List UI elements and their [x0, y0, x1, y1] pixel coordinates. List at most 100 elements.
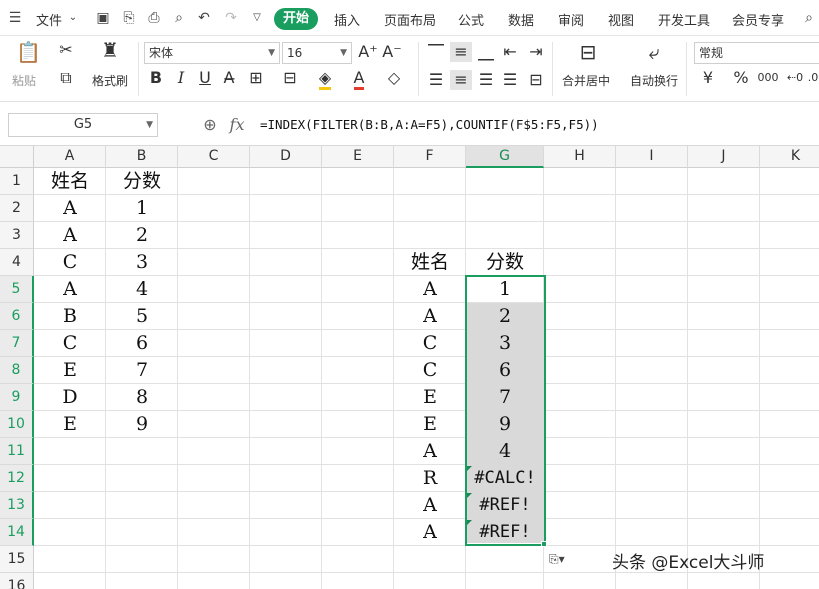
column-a-cell[interactable]: A	[34, 195, 106, 222]
row-header-12[interactable]: 12	[0, 465, 34, 492]
undo-icon[interactable]: ↶	[195, 10, 213, 26]
column-b-cell[interactable]: 7	[106, 357, 178, 384]
align-left-icon[interactable]: ☰	[426, 70, 446, 90]
borders-icon[interactable]: ⊞	[246, 68, 266, 88]
fill-handle[interactable]	[541, 541, 547, 547]
row-header-13[interactable]: 13	[0, 492, 34, 519]
fill-color-icon[interactable]: ◈	[314, 68, 336, 90]
clear-format-icon[interactable]: ◇	[384, 68, 404, 88]
column-b-cell[interactable]: 2	[106, 222, 178, 249]
column-header-d[interactable]: D	[250, 146, 322, 168]
paste-options-icon[interactable]: ⎘▾	[549, 552, 577, 570]
name-box[interactable]: G5 ▼	[8, 113, 158, 137]
wrap-text-icon[interactable]: ⤶	[642, 42, 666, 62]
row-header-9[interactable]: 9	[0, 384, 34, 411]
tab-developer[interactable]: 开发工具	[658, 10, 710, 29]
tab-review[interactable]: 审阅	[558, 10, 584, 29]
column-header-i[interactable]: I	[616, 146, 688, 168]
column-f-cell[interactable]: C	[394, 330, 466, 357]
column-header-j[interactable]: J	[688, 146, 760, 168]
column-b-cell[interactable]: 4	[106, 276, 178, 303]
column-a-cell[interactable]: 姓名	[34, 168, 106, 195]
column-a-cell[interactable]: C	[34, 330, 106, 357]
font-color-icon[interactable]: A	[350, 68, 368, 90]
spreadsheet-grid[interactable]: A B C D E F G H I J K 1 2 3 4 5 6 7 8 9 10 11 12 13 14 15 16 姓名 A A C…	[0, 146, 819, 589]
thousands-separator-button[interactable]: 000	[756, 68, 780, 88]
row-header-11[interactable]: 11	[0, 438, 34, 465]
merge-center-button[interactable]: 合并居中	[562, 72, 610, 89]
column-f-cell[interactable]: R	[394, 465, 466, 492]
row-header-2[interactable]: 2	[0, 195, 34, 222]
row-header-5[interactable]: 5	[0, 276, 34, 303]
percent-button[interactable]: %	[732, 68, 750, 88]
column-a-cell[interactable]: E	[34, 411, 106, 438]
tab-page-layout[interactable]: 页面布局	[384, 10, 436, 29]
paste-icon[interactable]: 📋	[16, 42, 41, 62]
redo-icon[interactable]: ↷	[222, 10, 240, 26]
column-header-h[interactable]: H	[544, 146, 616, 168]
print-icon[interactable]: ⎙	[145, 10, 163, 26]
row-header-8[interactable]: 8	[0, 357, 34, 384]
column-f-cell[interactable]: E	[394, 384, 466, 411]
paste-button[interactable]: 粘贴	[12, 72, 36, 89]
tab-home[interactable]: 开始	[274, 8, 318, 30]
cell-style-icon[interactable]: ⊟	[280, 68, 300, 88]
justify-icon[interactable]: ☰	[500, 70, 520, 90]
row-header-10[interactable]: 10	[0, 411, 34, 438]
column-a-cell[interactable]: B	[34, 303, 106, 330]
strikethrough-icon[interactable]: A̶	[220, 68, 238, 88]
search-icon[interactable]: ⌕	[800, 10, 818, 26]
copy-icon[interactable]: ⧉	[56, 68, 76, 88]
row-header-14[interactable]: 14	[0, 519, 34, 546]
chevron-down-icon[interactable]: ⌄	[64, 10, 82, 26]
align-top-icon[interactable]: ⎺	[426, 42, 446, 62]
align-center-icon[interactable]: ≡	[450, 70, 472, 90]
decrease-decimal-icon[interactable]: .0	[806, 68, 819, 88]
column-a-cell[interactable]: C	[34, 249, 106, 276]
column-b-cell[interactable]: 6	[106, 330, 178, 357]
row-header-15[interactable]: 15	[0, 546, 34, 573]
bold-icon[interactable]: B	[146, 68, 166, 88]
increase-indent-icon[interactable]: ⇥	[526, 42, 546, 62]
column-b-cell[interactable]: 3	[106, 249, 178, 276]
column-header-k[interactable]: K	[760, 146, 819, 168]
row-header-16[interactable]: 16	[0, 573, 34, 589]
column-a-cell[interactable]: E	[34, 357, 106, 384]
zoom-icon[interactable]: ⊕	[200, 115, 220, 135]
column-g-cell[interactable]: 分数	[466, 249, 544, 276]
merge-center-icon[interactable]: ⊟	[576, 42, 600, 62]
hamburger-menu-icon[interactable]: ☰	[6, 10, 24, 26]
row-header-6[interactable]: 6	[0, 303, 34, 330]
currency-button[interactable]: ¥	[700, 68, 716, 88]
column-header-e[interactable]: E	[322, 146, 394, 168]
column-f-cell[interactable]: A	[394, 276, 466, 303]
cut-icon[interactable]: ✂	[56, 40, 76, 60]
tab-member[interactable]: 会员专享	[732, 10, 784, 29]
font-size-select[interactable]: 16 ▼	[282, 42, 352, 64]
column-header-b[interactable]: B	[106, 146, 178, 168]
column-header-f[interactable]: F	[394, 146, 466, 168]
column-f-cell[interactable]: 姓名	[394, 249, 466, 276]
column-b-cell[interactable]: 5	[106, 303, 178, 330]
underline-icon[interactable]: U	[196, 68, 214, 88]
row-header-3[interactable]: 3	[0, 222, 34, 249]
column-a-cell[interactable]: A	[34, 276, 106, 303]
increase-font-size-icon[interactable]: A⁺	[358, 42, 378, 62]
distributed-align-icon[interactable]: ⊟	[526, 70, 546, 90]
column-f-cell[interactable]: A	[394, 438, 466, 465]
column-b-cell[interactable]: 8	[106, 384, 178, 411]
tab-formulas[interactable]: 公式	[458, 10, 484, 29]
print-preview-icon[interactable]: ⌕	[170, 10, 188, 26]
column-b-cell[interactable]: 分数	[106, 168, 178, 195]
column-b-cell[interactable]: 1	[106, 195, 178, 222]
tab-data[interactable]: 数据	[508, 10, 534, 29]
format-painter-icon[interactable]: ♜	[98, 40, 122, 60]
column-f-cell[interactable]: C	[394, 357, 466, 384]
format-painter-button[interactable]: 格式刷	[92, 72, 128, 89]
decrease-indent-icon[interactable]: ⇤	[500, 42, 520, 62]
align-right-icon[interactable]: ☰	[476, 70, 496, 90]
column-f-cell[interactable]: A	[394, 492, 466, 519]
align-middle-icon[interactable]: ≡	[450, 42, 472, 62]
column-header-g[interactable]: G	[466, 146, 544, 168]
column-b-cell[interactable]: 9	[106, 411, 178, 438]
